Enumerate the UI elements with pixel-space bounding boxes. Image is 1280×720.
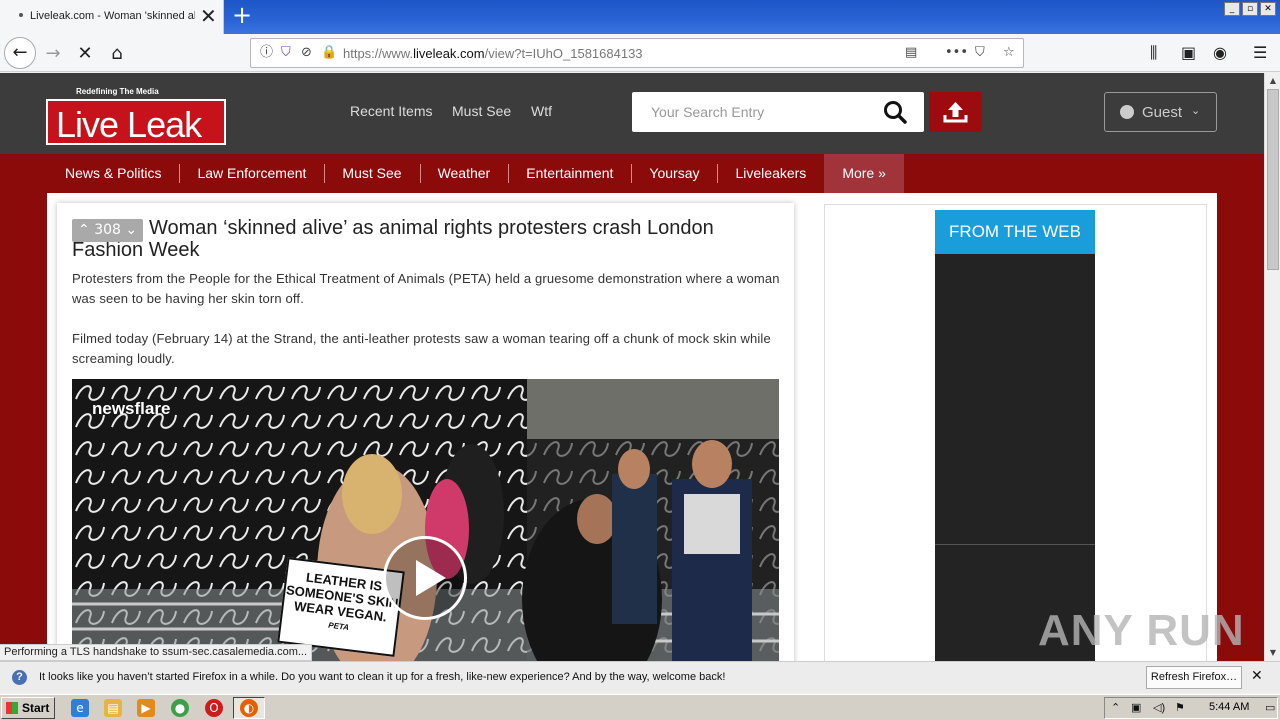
main-content: Woman ‘skinned alive’ as animal rights p… xyxy=(47,193,1217,661)
chrome-icon[interactable]: ● xyxy=(171,699,189,717)
tray-expand-icon[interactable]: ⌃ xyxy=(1111,701,1120,714)
close-window-button[interactable]: ✕ xyxy=(1260,2,1276,16)
category-must-see[interactable]: Must See xyxy=(324,154,419,193)
upload-icon xyxy=(943,102,968,123)
category-law-enforcement[interactable]: Law Enforcement xyxy=(179,154,324,193)
search-box xyxy=(632,92,924,132)
user-menu-button[interactable]: Guest ⌄ xyxy=(1104,92,1217,132)
topnav-wtf[interactable]: Wtf xyxy=(531,103,552,119)
topnav-must-see[interactable]: Must See xyxy=(452,103,511,119)
minimize-button[interactable]: _ xyxy=(1224,2,1240,16)
upload-button[interactable] xyxy=(929,92,982,132)
video-player[interactable]: newsflare LEATHER IS SOMEONE'S SKIN WEAR… xyxy=(72,379,779,661)
ie-icon[interactable]: e xyxy=(71,699,89,717)
permissions-icon[interactable]: ⊘ xyxy=(301,44,312,62)
url-text[interactable]: https://www.liveleak.com/view?t=IUhO_158… xyxy=(343,46,643,61)
category-liveleakers[interactable]: Liveleakers xyxy=(717,154,824,193)
article-card: Woman ‘skinned alive’ as animal rights p… xyxy=(57,203,794,661)
liveleak-logo[interactable]: Redefining The Media Live Leak xyxy=(46,85,226,145)
forward-button[interactable]: → xyxy=(40,41,66,67)
clock: 5:44 AM xyxy=(1209,701,1250,713)
browser-tab-active[interactable]: Liveleak.com - Woman 'skinned alive' ✕ xyxy=(0,0,224,34)
user-label: Guest xyxy=(1142,104,1183,121)
upvote-icon: ⌃ xyxy=(78,222,90,238)
bookmark-star-icon[interactable]: ☆ xyxy=(1003,44,1015,62)
windows-taskbar: Start e ▤ ▶ ● O ◐ ⌃ ▣ ◁) ⚑ ▭ 5:44 AM xyxy=(0,694,1280,720)
menu-icon[interactable]: ☰ xyxy=(1253,41,1267,65)
refresh-firefox-button[interactable]: Refresh Firefox… xyxy=(1146,666,1242,689)
category-news-politics[interactable]: News & Politics xyxy=(47,154,179,193)
logo-box: Live Leak xyxy=(46,99,226,145)
tab-strip: Liveleak.com - Woman 'skinned alive' ✕ +… xyxy=(0,0,1280,34)
logo-text: Live Leak xyxy=(56,104,202,145)
back-button[interactable]: ← xyxy=(4,37,36,69)
scroll-down-icon[interactable]: ▼ xyxy=(1267,648,1279,657)
address-bar[interactable]: ⓘ ⛉ ⊘ 🔒 https://www.liveleak.com/view?t=… xyxy=(250,38,1024,68)
search-icon[interactable] xyxy=(882,100,910,124)
search-input[interactable] xyxy=(632,92,882,132)
navigation-toolbar: ← → ✕ ⌂ ⓘ ⛉ ⊘ 🔒 https://www.liveleak.com… xyxy=(0,34,1280,72)
restore-button[interactable]: ▫ xyxy=(1242,2,1258,16)
category-more[interactable]: More » xyxy=(824,154,904,193)
media-player-icon[interactable]: ▶ xyxy=(137,699,155,717)
site-header: Redefining The Media Live Leak Recent It… xyxy=(0,73,1264,154)
pocket-icon[interactable]: ⛉ xyxy=(975,44,985,62)
flag-icon[interactable]: ⚑ xyxy=(1175,701,1185,714)
scroll-up-icon[interactable]: ▲ xyxy=(1267,76,1279,85)
lock-icon: 🔒 xyxy=(321,45,338,60)
topnav-recent-items[interactable]: Recent Items xyxy=(350,103,432,119)
info-icon[interactable]: ⓘ xyxy=(260,44,273,62)
close-icon[interactable]: ✕ xyxy=(1251,668,1263,684)
library-icon[interactable]: ⫼ xyxy=(1150,41,1157,65)
category-weather[interactable]: Weather xyxy=(419,154,509,193)
volume-icon[interactable]: ◁) xyxy=(1153,701,1165,714)
firefox-taskbar-button[interactable]: ◐ xyxy=(233,697,265,719)
vote-count: 308 xyxy=(94,222,121,238)
article-paragraph-1: Protesters from the People for the Ethic… xyxy=(72,271,780,306)
home-button[interactable]: ⌂ xyxy=(104,41,130,67)
anyrun-watermark: ANY RUN xyxy=(1038,606,1245,655)
account-icon[interactable]: ◉ xyxy=(1213,41,1227,65)
start-button[interactable]: Start xyxy=(1,697,55,719)
page-actions-icon[interactable]: ••• xyxy=(945,44,968,62)
sidebar: FROM THE WEB xyxy=(824,204,1207,661)
notification-text: It looks like you haven’t started Firefo… xyxy=(39,671,726,683)
logo-tagline: Redefining The Media xyxy=(76,87,159,96)
from-the-web-heading: FROM THE WEB xyxy=(935,210,1095,254)
video-brand-watermark: newsflare xyxy=(92,399,171,418)
sidebar-icon[interactable]: ▣ xyxy=(1181,41,1196,65)
article-paragraph-2: Filmed today (February 14) at the Strand… xyxy=(72,331,771,366)
category-yoursay[interactable]: Yoursay xyxy=(631,154,717,193)
chevron-down-icon: ⌄ xyxy=(125,222,138,238)
reader-view-icon[interactable]: ▤ xyxy=(905,44,917,62)
show-desktop-icon[interactable]: ▭ xyxy=(1265,701,1275,714)
article-title: Woman ‘skinned alive’ as animal rights p… xyxy=(72,217,714,261)
play-icon[interactable] xyxy=(383,536,467,620)
help-icon: ? xyxy=(12,670,27,685)
vote-button[interactable]: ⌃ 308 ⌄ xyxy=(72,219,143,242)
tab-close-icon[interactable]: ✕ xyxy=(200,6,217,26)
opera-icon[interactable]: O xyxy=(205,699,223,717)
folder-icon[interactable]: ▤ xyxy=(104,699,122,717)
status-text: Performing a TLS handshake to ssum-sec.c… xyxy=(0,644,313,661)
category-entertainment[interactable]: Entertainment xyxy=(508,154,631,193)
firefox-icon: ◐ xyxy=(240,699,258,717)
ad-placeholder[interactable] xyxy=(935,254,1095,661)
scrollbar-thumb[interactable] xyxy=(1267,89,1279,270)
page-viewport: Redefining The Media Live Leak Recent It… xyxy=(0,73,1264,661)
tracking-shield-icon[interactable]: ⛉ xyxy=(281,44,291,62)
user-avatar-icon xyxy=(1120,105,1134,119)
chevron-down-icon: ⌄ xyxy=(1191,104,1201,117)
notification-bar: ? It looks like you haven’t started Fire… xyxy=(0,661,1280,693)
window-controls: _ ▫ ✕ xyxy=(1224,2,1276,16)
new-tab-button[interactable]: + xyxy=(229,3,255,29)
network-icon[interactable]: ▣ xyxy=(1131,701,1141,714)
category-nav: News & Politics Law Enforcement Must See… xyxy=(47,154,904,193)
tab-title: Liveleak.com - Woman 'skinned alive' xyxy=(30,10,195,22)
system-tray: ⌃ ▣ ◁) ⚑ ▭ xyxy=(1104,697,1278,719)
stop-loading-button[interactable]: ✕ xyxy=(72,41,98,67)
loading-dot-icon xyxy=(19,13,23,17)
page-scrollbar[interactable]: ▲ ▼ xyxy=(1264,73,1280,661)
